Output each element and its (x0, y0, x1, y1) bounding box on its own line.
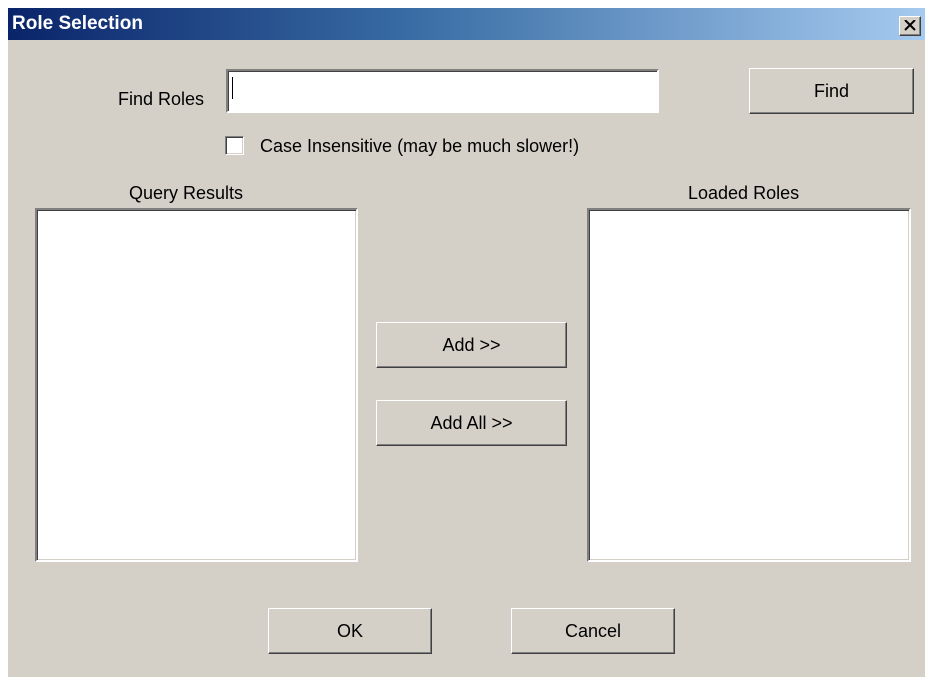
find-roles-field[interactable] (226, 69, 659, 113)
role-selection-dialog: Role Selection Find Roles Find Case Inse… (8, 8, 925, 677)
title-bar[interactable]: Role Selection (8, 8, 925, 40)
query-results-list[interactable] (35, 208, 358, 562)
add-all-button[interactable]: Add All >> (376, 400, 567, 446)
window-title: Role Selection (12, 13, 143, 34)
query-results-label: Query Results (129, 183, 244, 203)
case-insensitive-label[interactable]: Case Insensitive (may be much slower!) (260, 135, 579, 157)
cancel-button[interactable]: Cancel (511, 608, 675, 654)
case-insensitive-checkbox[interactable] (225, 136, 244, 155)
find-button[interactable]: Find (749, 68, 914, 114)
add-button[interactable]: Add >> (376, 322, 567, 368)
loaded-roles-list[interactable] (587, 208, 911, 562)
close-icon (904, 20, 916, 31)
find-roles-input[interactable] (230, 73, 655, 109)
find-roles-label: Find Roles (118, 89, 205, 109)
close-button[interactable] (899, 16, 921, 36)
ok-button[interactable]: OK (268, 608, 432, 654)
loaded-roles-label: Loaded Roles (688, 183, 800, 203)
text-caret (232, 77, 233, 99)
